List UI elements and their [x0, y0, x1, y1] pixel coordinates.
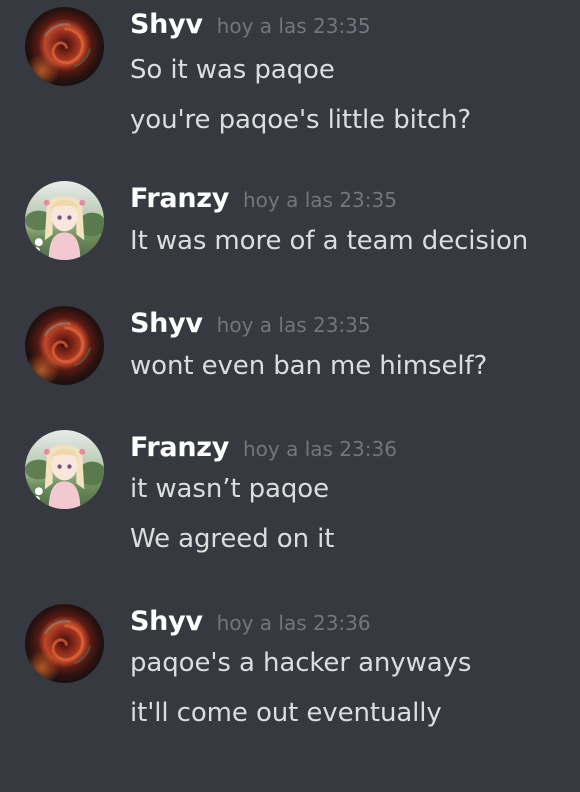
message-header: Franzy hoy a las 23:36 — [130, 430, 397, 466]
username[interactable]: Shyv — [130, 308, 203, 339]
message-header: Shyv hoy a las 23:35 — [130, 7, 371, 43]
message-header: Franzy hoy a las 23:35 — [130, 181, 397, 217]
dark-red-rose-avatar-icon — [25, 604, 104, 683]
user-avatar[interactable] — [25, 7, 104, 86]
timestamp[interactable]: hoy a las 23:35 — [243, 188, 397, 212]
timestamp[interactable]: hoy a las 23:35 — [217, 313, 371, 337]
message-text: it wasn’t paqoe — [130, 474, 329, 504]
anime-girl-avatar-icon — [25, 181, 104, 260]
username[interactable]: Shyv — [130, 9, 203, 40]
dark-red-rose-avatar-icon — [25, 7, 104, 86]
message-text: We agreed on it — [130, 524, 335, 554]
message-text: It was more of a team decision — [130, 226, 529, 256]
message-text: paqoe's a hacker anyways — [130, 648, 472, 678]
username[interactable]: Franzy — [130, 432, 229, 463]
user-avatar[interactable] — [25, 181, 104, 260]
timestamp[interactable]: hoy a las 23:36 — [243, 437, 397, 461]
username[interactable]: Franzy — [130, 183, 229, 214]
message-header: Shyv hoy a las 23:35 — [130, 306, 371, 342]
anime-girl-avatar-icon — [25, 430, 104, 509]
message-text: So it was paqoe — [130, 55, 335, 85]
username[interactable]: Shyv — [130, 606, 203, 637]
user-avatar[interactable] — [25, 430, 104, 509]
message-text: you're paqoe's little bitch? — [130, 105, 472, 135]
timestamp[interactable]: hoy a las 23:35 — [217, 14, 371, 38]
dark-red-rose-avatar-icon — [25, 306, 104, 385]
user-avatar[interactable] — [25, 604, 104, 683]
message-header: Shyv hoy a las 23:36 — [130, 604, 371, 640]
message-text: it'll come out eventually — [130, 698, 442, 728]
message-text: wont even ban me himself? — [130, 351, 488, 381]
timestamp[interactable]: hoy a las 23:36 — [217, 611, 371, 635]
user-avatar[interactable] — [25, 306, 104, 385]
